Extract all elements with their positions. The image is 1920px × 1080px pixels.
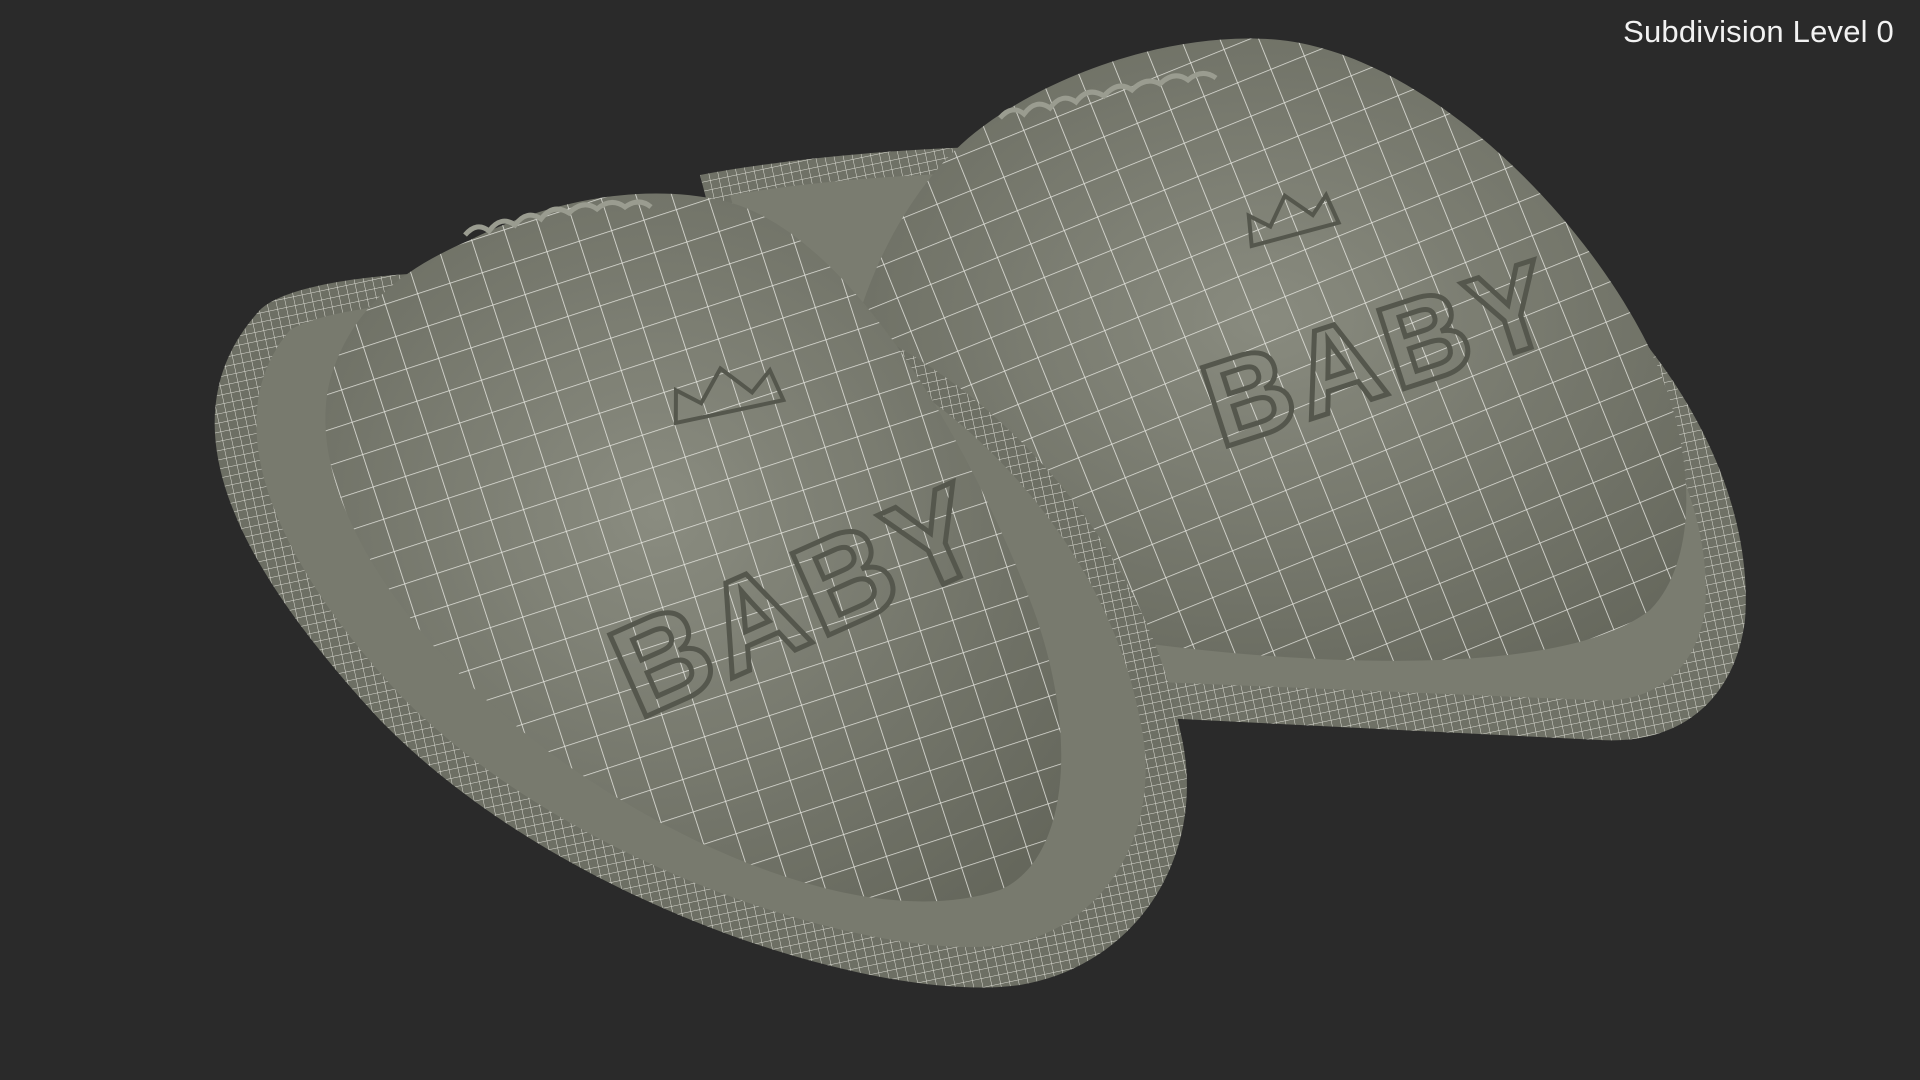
3d-viewport[interactable]: BABY BABY Subdivision Level 0: [0, 0, 1920, 1080]
subdivision-level-label: Subdivision Level 0: [1623, 14, 1894, 49]
render-scene: BABY BABY: [214, 38, 1746, 988]
